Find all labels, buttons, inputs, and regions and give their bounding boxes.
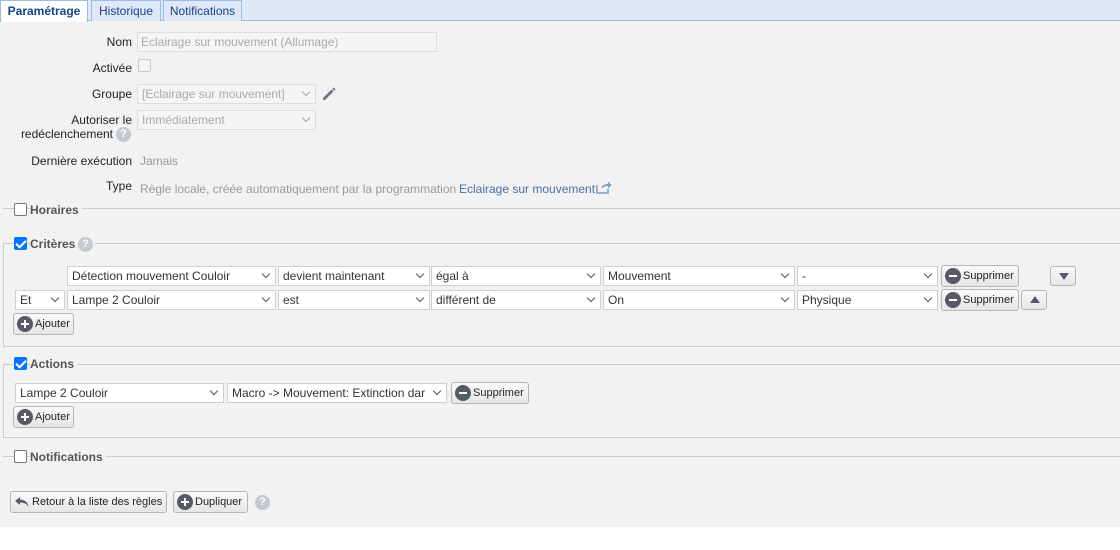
chevron-down-icon xyxy=(780,270,792,282)
chevron-down-icon xyxy=(261,294,273,306)
move-up-button[interactable] xyxy=(1021,290,1047,310)
notifications-divider xyxy=(3,456,1120,457)
supprimer-button[interactable]: Supprimer xyxy=(941,265,1019,287)
chevron-down-icon xyxy=(261,270,273,282)
critere-verb-value: est xyxy=(283,293,300,307)
critere-value-select[interactable]: On xyxy=(603,290,795,310)
critere-operator-value: différent de xyxy=(436,293,496,307)
minus-circle-icon xyxy=(945,292,961,308)
supprimer-button[interactable]: Supprimer xyxy=(451,382,529,404)
tab-parametrage[interactable]: Paramétrage xyxy=(0,0,88,22)
groupe-select[interactable]: [Eclairage sur mouvement] xyxy=(137,84,316,104)
chevron-down-icon xyxy=(209,387,221,399)
actions-checkbox[interactable] xyxy=(14,357,27,370)
actions-title: Actions xyxy=(30,357,78,371)
derniere-execution-value: Jamais xyxy=(140,154,179,168)
critere-operator-select[interactable]: égal à xyxy=(431,266,601,286)
external-link-icon[interactable] xyxy=(596,180,612,194)
tab-historique[interactable]: Historique xyxy=(91,0,161,21)
critere-device-value: Lampe 2 Couloir xyxy=(72,293,161,307)
critere-value-value: Mouvement xyxy=(608,269,671,283)
critere-device-select[interactable]: Détection mouvement Couloir xyxy=(67,266,276,286)
plus-circle-icon xyxy=(17,316,33,332)
autoriser-select[interactable]: Immédiatement xyxy=(137,110,316,130)
criteres-checkbox[interactable] xyxy=(14,237,27,250)
groupe-label: Groupe xyxy=(91,87,132,101)
dupliquer-label: Dupliquer xyxy=(195,496,243,508)
horaires-title: Horaires xyxy=(30,203,82,217)
activee-checkbox[interactable] xyxy=(138,59,151,72)
ajouter-label: Ajouter xyxy=(35,318,70,330)
activee-label: Activée xyxy=(92,61,132,75)
critere-connector-select[interactable]: Et xyxy=(15,290,65,310)
chevron-down-icon xyxy=(301,88,313,100)
autoriser-select-value: Immédiatement xyxy=(142,113,225,127)
dupliquer-button[interactable]: Dupliquer xyxy=(173,491,248,513)
chevron-down-icon xyxy=(301,114,313,126)
critere-value-select[interactable]: Mouvement xyxy=(603,266,795,286)
help-icon[interactable]: ? xyxy=(78,237,93,252)
supprimer-label: Supprimer xyxy=(473,387,524,399)
notifications-title: Notifications xyxy=(30,450,106,464)
retour-liste-button[interactable]: Retour à la liste des règles xyxy=(10,491,167,513)
chevron-down-icon xyxy=(923,294,935,306)
retour-label: Retour à la liste des règles xyxy=(32,496,163,508)
nom-label: Nom xyxy=(106,35,132,49)
plus-circle-icon xyxy=(17,409,33,425)
supprimer-button[interactable]: Supprimer xyxy=(941,289,1019,311)
critere-extra-select[interactable]: - xyxy=(797,266,938,286)
chevron-down-icon xyxy=(586,270,598,282)
critere-verb-select[interactable]: est xyxy=(278,290,430,310)
tab-notifications[interactable]: Notifications xyxy=(163,0,242,21)
horaires-divider xyxy=(3,208,1120,209)
groupe-select-value: [Eclairage sur mouvement] xyxy=(142,87,285,101)
nom-input[interactable]: Eclairage sur mouvement (Allumage) xyxy=(137,32,437,52)
minus-circle-icon xyxy=(945,268,961,284)
critere-verb-value: devient maintenant xyxy=(283,269,385,283)
action-command-select[interactable]: Macro -> Mouvement: Extinction dar xyxy=(227,383,447,403)
horaires-checkbox[interactable] xyxy=(14,203,27,216)
minus-circle-icon xyxy=(455,385,471,401)
move-down-button[interactable] xyxy=(1050,266,1076,286)
ajouter-critere-button[interactable]: Ajouter xyxy=(13,313,74,335)
critere-verb-select[interactable]: devient maintenant xyxy=(278,266,430,286)
autoriser-label-line1: Autoriser le xyxy=(71,113,132,127)
action-device-select[interactable]: Lampe 2 Couloir xyxy=(15,383,224,403)
pencil-icon[interactable] xyxy=(320,85,338,103)
critere-value-value: On xyxy=(608,293,625,307)
help-icon[interactable]: ? xyxy=(255,495,270,510)
chevron-down-icon xyxy=(780,294,792,306)
chevron-down-icon xyxy=(50,294,62,306)
supprimer-label: Supprimer xyxy=(963,270,1014,282)
critere-device-select[interactable]: Lampe 2 Couloir xyxy=(67,290,276,310)
chevron-down-icon xyxy=(586,294,598,306)
ajouter-action-button[interactable]: Ajouter xyxy=(13,406,74,428)
plus-circle-icon xyxy=(177,494,193,510)
critere-operator-select[interactable]: différent de xyxy=(431,290,601,310)
type-label: Type xyxy=(105,179,132,193)
critere-extra-value: - xyxy=(802,269,806,283)
help-icon[interactable]: ? xyxy=(116,127,131,142)
critere-extra-select[interactable]: Physique xyxy=(797,290,938,310)
critere-operator-value: égal à xyxy=(436,269,469,283)
chevron-down-icon xyxy=(432,387,444,399)
action-device-value: Lampe 2 Couloir xyxy=(20,386,109,400)
ajouter-label: Ajouter xyxy=(35,411,70,423)
type-link[interactable]: Eclairage sur mouvement xyxy=(459,182,595,196)
action-command-value: Macro -> Mouvement: Extinction dar xyxy=(232,386,426,400)
autoriser-label-line2: redéclenchement xyxy=(20,127,113,141)
derniere-execution-label: Dernière exécution xyxy=(31,154,132,168)
notifications-checkbox[interactable] xyxy=(14,450,27,463)
undo-icon xyxy=(15,497,29,507)
critere-extra-value: Physique xyxy=(802,293,852,307)
supprimer-label: Supprimer xyxy=(963,294,1014,306)
type-description: Règle locale, créée automatiquement par … xyxy=(140,182,457,196)
chevron-down-icon xyxy=(415,294,427,306)
critere-device-value: Détection mouvement Couloir xyxy=(72,269,231,283)
tab-bar: Paramétrage Historique Notifications xyxy=(0,0,1120,22)
chevron-down-icon xyxy=(923,270,935,282)
chevron-down-icon xyxy=(415,270,427,282)
